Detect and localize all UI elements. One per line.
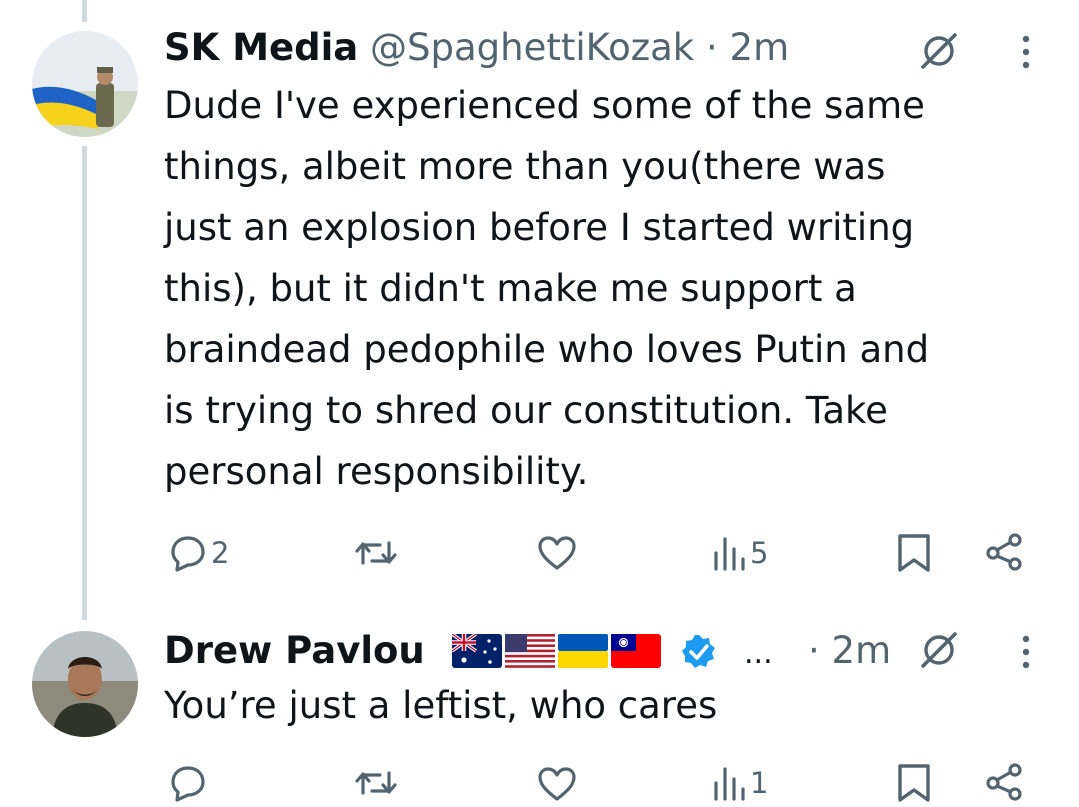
australia-flag-icon — [452, 634, 502, 668]
bookmark-button[interactable] — [896, 762, 932, 804]
grok-slash-icon[interactable] — [918, 30, 960, 76]
share-icon — [984, 532, 1024, 572]
bar-chart-icon — [713, 763, 747, 803]
like-button[interactable] — [537, 535, 580, 571]
repost-arrows-icon — [355, 533, 397, 573]
flag-emojis — [452, 634, 664, 668]
display-name[interactable]: Drew Pavlou — [164, 629, 425, 672]
tweet-header-time: · 2m — [808, 629, 891, 673]
share-button[interactable] — [984, 762, 1024, 802]
taiwan-flag-icon — [611, 634, 661, 668]
thread-line-top — [82, 0, 87, 22]
ukraine-flag-icon — [558, 634, 608, 668]
more-options-icon[interactable] — [1019, 635, 1033, 673]
views-button[interactable]: 1 — [713, 763, 768, 803]
avatar-sk-media[interactable] — [32, 31, 138, 137]
avatar-drew-pavlou[interactable] — [32, 631, 138, 737]
like-button[interactable] — [537, 766, 580, 802]
repost-arrows-icon — [355, 763, 397, 803]
tweet-text-line: personal responsibility. — [164, 450, 589, 493]
views-count: 5 — [750, 536, 769, 570]
verified-badge-icon[interactable] — [680, 633, 718, 675]
timestamp[interactable]: 2m — [730, 26, 790, 69]
reply-button[interactable] — [168, 763, 211, 803]
usa-flag-icon — [505, 634, 555, 668]
tweet-header: Drew Pavlou — [164, 629, 425, 673]
grok-slash-icon[interactable] — [918, 629, 960, 675]
thread-line — [82, 146, 87, 620]
share-icon — [984, 762, 1024, 802]
views-count: 1 — [750, 766, 769, 800]
bookmark-button[interactable] — [896, 532, 932, 574]
share-button[interactable] — [984, 532, 1024, 572]
display-name[interactable]: SK Media — [164, 26, 358, 69]
repost-button[interactable] — [355, 763, 400, 803]
bookmark-icon — [896, 532, 932, 574]
heart-icon — [537, 766, 577, 802]
tweet-text-line: braindead pedophile who loves Putin and — [164, 328, 930, 371]
user-handle[interactable]: @SpaghettiKozak — [370, 26, 694, 69]
timestamp[interactable]: 2m — [832, 629, 892, 672]
tweet-text: You’re just a leftist, who cares — [164, 675, 1044, 736]
reply-button[interactable]: 2 — [168, 533, 229, 573]
tweet-text: Dude I've experienced some of the same t… — [164, 75, 1044, 502]
bookmark-icon — [896, 762, 932, 804]
bar-chart-icon — [713, 533, 747, 573]
speech-bubble-icon — [168, 533, 208, 573]
tweet-text-line: is trying to shred our constitution. Tak… — [164, 389, 888, 432]
tweet-text-line: just an explosion before I started writi… — [164, 206, 915, 249]
tweet-text-line: Dude I've experienced some of the same — [164, 84, 925, 127]
separator-dot: · — [706, 26, 718, 69]
speech-bubble-icon — [168, 763, 208, 803]
views-button[interactable]: 5 — [713, 533, 768, 573]
separator-dot: · — [808, 629, 820, 672]
reply-count: 2 — [211, 536, 230, 570]
tweet-text-line: this), but it didn't make me support a — [164, 267, 857, 310]
tweet-text-line: things, albeit more than you(there was — [164, 145, 886, 188]
more-options-icon[interactable] — [1019, 35, 1033, 73]
repost-button[interactable] — [355, 533, 400, 573]
heart-icon — [537, 535, 577, 571]
tweet-header: SK Media @SpaghettiKozak · 2m — [164, 26, 789, 70]
tweet-header-meta: ... — [734, 629, 773, 676]
tweet-text-line: You’re just a leftist, who cares — [164, 684, 718, 727]
name-truncation: ... — [744, 636, 773, 671]
